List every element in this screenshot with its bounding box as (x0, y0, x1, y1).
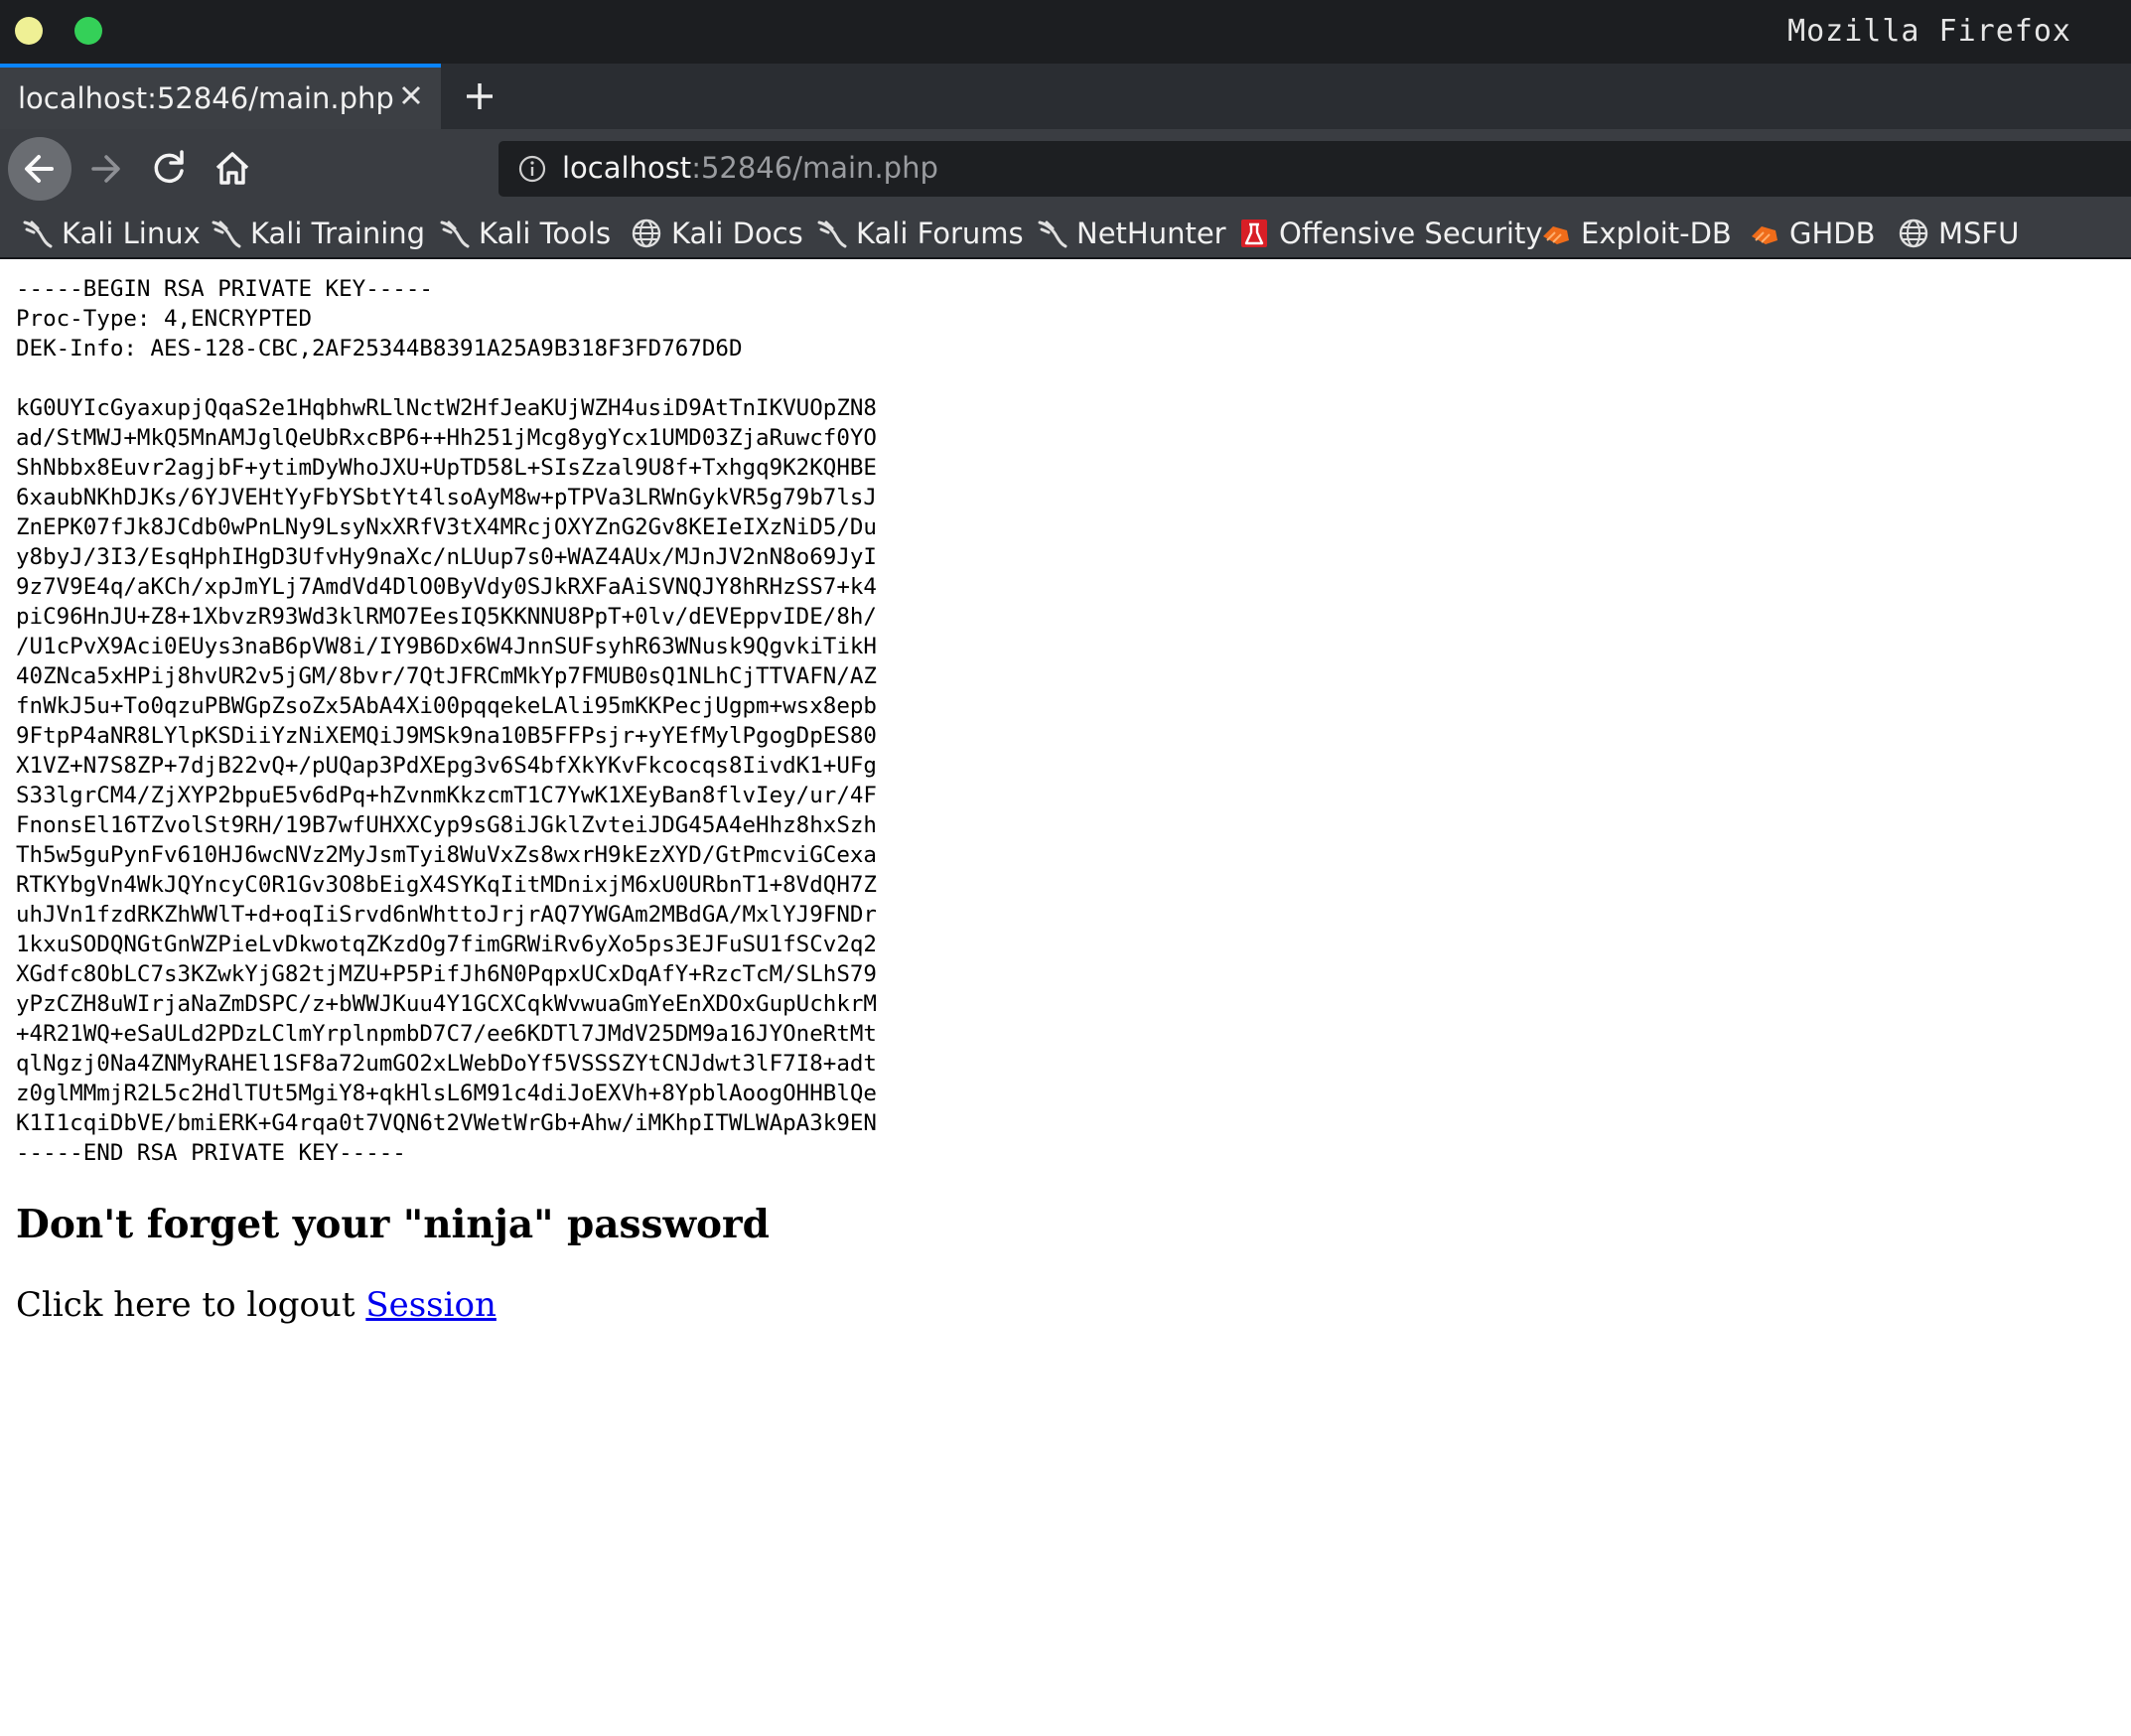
url-bar[interactable]: localhost:52846/main.php (498, 141, 2131, 197)
minimize-button[interactable] (15, 17, 43, 45)
kali-dragon-icon (1038, 220, 1067, 248)
bookmark-kali-forums[interactable]: Kali Forums (814, 212, 1024, 255)
tab-bar: localhost:52846/main.php (0, 64, 2131, 129)
password-hint-heading: Don't forget your "ninja" password (16, 1202, 770, 1247)
new-tab-icon[interactable] (459, 75, 500, 117)
session-logout-link[interactable]: Session (365, 1285, 497, 1325)
close-icon[interactable] (393, 77, 429, 113)
bookmark-label: Kali Forums (856, 217, 1024, 250)
kali-dragon-icon (440, 220, 470, 248)
exploitdb-icon (1543, 226, 1569, 244)
info-icon[interactable] (516, 153, 548, 185)
bookmark-kali-tools[interactable]: Kali Tools (437, 212, 611, 255)
url-text[interactable]: localhost:52846/main.php (562, 151, 938, 185)
exploitdb-icon (1752, 226, 1777, 244)
home-icon[interactable] (201, 137, 264, 201)
bookmark-label: Exploit-DB (1581, 217, 1732, 250)
url-host: localhost (562, 151, 692, 185)
logout-text: Click here to logout (16, 1285, 366, 1325)
bookmark-kali-docs[interactable]: Kali Docs (630, 212, 803, 255)
page-content: -----BEGIN RSA PRIVATE KEY----- Proc-Typ… (16, 274, 877, 1168)
navigation-toolbar: localhost:52846/main.php (0, 129, 2131, 210)
offsec-icon (1241, 219, 1267, 247)
window-titlebar: Mozilla Firefox (0, 0, 2131, 64)
bookmark-label: Kali Tools (479, 217, 612, 250)
kali-dragon-icon (817, 220, 847, 248)
bookmark-label: MSFU (1938, 217, 2020, 250)
bookmark-kali-linux[interactable]: Kali Linux (20, 212, 201, 255)
url-path: :52846/main.php (691, 151, 938, 185)
logout-paragraph: Click here to logout Session (16, 1285, 497, 1325)
window-title: Mozilla Firefox (1787, 14, 2071, 49)
bookmark-exploit-db[interactable]: Exploit-DB (1539, 212, 1732, 255)
globe-icon (632, 218, 661, 248)
bookmarks-toolbar: Kali Linux Kali Training Kali Tools Kali… (0, 210, 2131, 259)
bookmark-label: GHDB (1789, 217, 1876, 250)
back-arrow-icon[interactable] (8, 137, 71, 201)
reload-icon[interactable] (137, 137, 201, 201)
rsa-private-key-text: -----BEGIN RSA PRIVATE KEY----- Proc-Typ… (16, 276, 877, 1166)
bookmark-kali-training[interactable]: Kali Training (209, 212, 425, 255)
bookmark-label: Offensive Security (1279, 217, 1543, 250)
bookmark-label: Kali Docs (671, 217, 803, 250)
kali-dragon-icon (212, 220, 241, 248)
bookmark-ghdb[interactable]: GHDB (1748, 212, 1876, 255)
globe-icon (1899, 218, 1928, 248)
bookmark-offensive-security[interactable]: Offensive Security (1237, 212, 1543, 255)
bookmark-nethunter[interactable]: NetHunter (1035, 212, 1226, 255)
kali-dragon-icon (23, 220, 53, 248)
tab-active[interactable]: localhost:52846/main.php (0, 64, 441, 129)
maximize-button[interactable] (74, 17, 102, 45)
bookmark-msfu[interactable]: MSFU (1897, 212, 2019, 255)
bookmark-label: Kali Training (250, 217, 426, 250)
forward-arrow-icon[interactable] (75, 137, 139, 201)
bookmark-label: Kali Linux (62, 217, 201, 250)
tab-title: localhost:52846/main.php (18, 81, 394, 115)
bookmark-label: NetHunter (1076, 217, 1226, 250)
